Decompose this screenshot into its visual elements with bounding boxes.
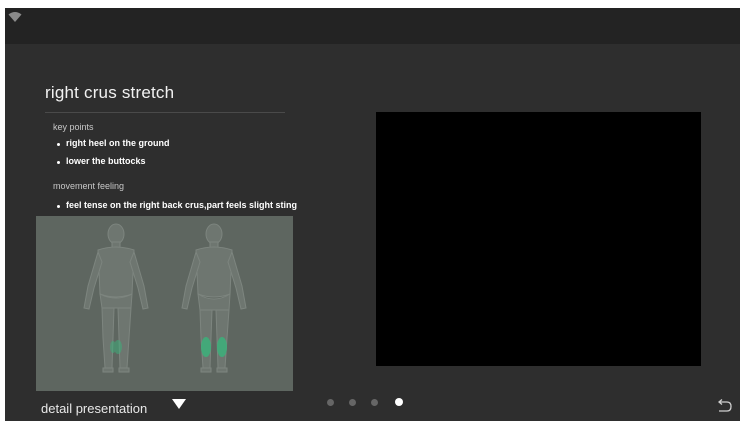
detail-presentation-label: detail presentation	[41, 401, 148, 416]
key-point-text: right heel on the ground	[66, 138, 170, 148]
bullet-dot	[57, 205, 60, 209]
key-points-label: key points	[53, 122, 94, 132]
page-dot-4-active[interactable]	[395, 398, 403, 406]
key-point-text: lower the buttocks	[66, 156, 146, 166]
back-arrow-icon[interactable]	[716, 399, 732, 413]
key-point-item: lower the buttocks	[57, 156, 146, 166]
app-screen: right crus stretch key points right heel…	[5, 8, 740, 421]
front-crus-highlight	[110, 340, 122, 354]
page-dot-1[interactable]	[327, 399, 334, 406]
title-divider	[45, 112, 285, 113]
page-dot-2[interactable]	[349, 399, 356, 406]
wifi-icon	[8, 12, 22, 22]
status-bar	[5, 8, 740, 44]
bullet-dot	[57, 143, 60, 147]
page-dot-3[interactable]	[371, 399, 378, 406]
movement-feeling-item: feel tense on the right back crus,part f…	[57, 200, 297, 210]
exercise-title: right crus stretch	[45, 83, 175, 102]
bullet-dot	[57, 161, 60, 165]
key-point-item: right heel on the ground	[57, 138, 170, 148]
movement-feeling-label: movement feeling	[53, 181, 125, 191]
muscle-anatomy-panel	[36, 216, 293, 391]
exercise-video-player[interactable]	[376, 112, 701, 366]
movement-feeling-text: feel tense on the right back crus,part f…	[66, 200, 298, 210]
muscle-anatomy-illustration	[83, 223, 247, 373]
triangle-down-icon[interactable]	[171, 398, 187, 410]
page-indicator	[323, 398, 413, 408]
back-body-figure	[181, 223, 247, 373]
back-crus-highlight	[201, 337, 227, 357]
